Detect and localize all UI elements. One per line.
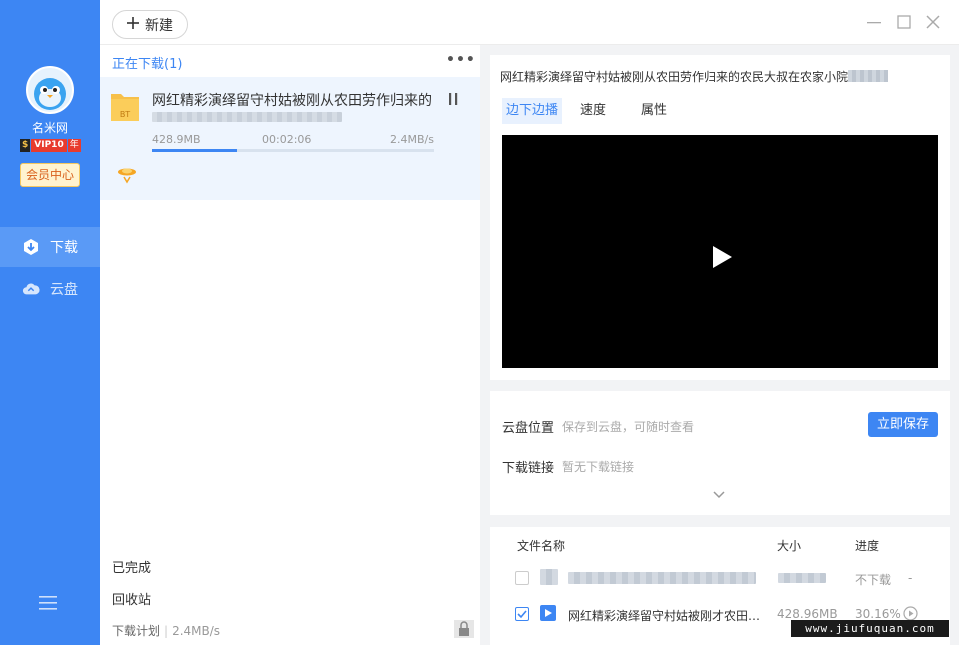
tab-properties[interactable]: 属性 [631,98,677,124]
sidebar: 名米网 $ VIP10 年 会员中心 下载 云盘 [0,0,100,645]
sidebar-item-label: 云盘 [50,282,78,298]
recycle-bin-link[interactable]: 回收站 [112,589,151,608]
file-progress: - [908,571,913,585]
task-name: 网红精彩演绎留守村姑被刚从农田劳作归来的农 [152,93,432,109]
top-bar: 新建 [100,0,959,45]
watermark: www.jiufuquan.com [791,620,949,637]
completed-link[interactable]: 已完成 [112,557,151,576]
chevron-down-icon[interactable] [712,489,726,499]
play-icon[interactable] [710,244,734,270]
sidebar-item-label: 下载 [50,240,78,256]
download-plan[interactable]: 下载计划 | 2.4MB/s [112,622,220,639]
vip-badge: $ VIP10 年 [20,138,81,152]
vip-level: VIP10 [31,138,67,152]
new-task-label: 新建 [145,17,173,34]
downloading-header[interactable]: 正在下载(1) [112,53,182,72]
maximize-icon[interactable] [896,14,912,30]
sidebar-item-cloud[interactable]: 云盘 [0,269,100,309]
tab-play-while-downloading[interactable]: 边下边播 [502,98,562,124]
bt-file-icon: BT [110,90,140,122]
col-header-progress[interactable]: 进度 [855,537,879,554]
file-checkbox-checked[interactable] [515,607,529,621]
menu-icon[interactable] [39,595,57,611]
download-list-panel: 正在下载(1) ••• BT 网红精彩演绎留守村姑被刚从农田劳作归来的农 428… [100,45,480,645]
download-link-hint: 暂无下载链接 [562,460,635,474]
plus-icon [127,16,139,33]
title-overflow-blur [848,70,888,82]
tab-speed[interactable]: 速度 [570,98,616,124]
pause-icon[interactable] [448,92,460,106]
avatar[interactable] [26,66,74,114]
file-icon-blurred [540,569,558,585]
cloud-location-label: 云盘位置 [502,421,555,436]
minimize-icon[interactable] [866,14,882,30]
more-icon[interactable]: ••• [446,52,476,68]
vip-s: $ [20,138,31,152]
close-icon[interactable] [925,14,941,30]
member-center-button[interactable]: 会员中心 [20,163,80,187]
task-name-overflow-blur [152,112,342,122]
accelerate-icon[interactable] [116,164,138,186]
cloud-icon [22,280,40,298]
file-progress: 30.16% [855,607,901,621]
svg-text:BT: BT [120,110,130,119]
cloud-location-hint: 保存到云盘，可随时查看 [562,420,695,434]
vip-year: 年 [67,138,81,152]
file-checkbox[interactable] [515,571,529,585]
file-size: 428.96MB [777,607,838,621]
plan-label: 下载计划 [112,624,161,638]
file-name: 网红精彩演绎留守村姑被刚才农田劳... [568,609,770,623]
download-icon [22,238,40,256]
file-size-blurred [778,573,826,583]
task-speed: 2.4MB/s [390,133,434,146]
col-header-size[interactable]: 大小 [777,537,801,554]
new-task-button[interactable]: 新建 [112,10,188,39]
task-progress [152,149,434,152]
download-link-label: 下载链接 [502,461,555,476]
task-progress-fill [152,149,237,152]
download-task[interactable]: BT 网红精彩演绎留守村姑被刚从农田劳作归来的农 428.9MB 00:02:0… [100,77,480,200]
save-now-button[interactable]: 立即保存 [868,412,938,437]
detail-title: 网红精彩演绎留守村姑被刚从农田劳作归来的农民大叔在农家小院 [500,70,849,84]
lock-icon[interactable] [454,620,474,638]
col-header-name[interactable]: 文件名称 [517,537,565,554]
task-size: 428.9MB [152,133,201,146]
sidebar-item-download[interactable]: 下载 [0,227,100,267]
file-status: 不下载 [855,573,892,587]
video-file-icon [540,605,556,621]
plan-speed: 2.4MB/s [172,624,221,638]
task-time: 00:02:06 [262,133,312,146]
file-name-blurred [568,572,756,584]
username: 名米网 [31,121,68,135]
